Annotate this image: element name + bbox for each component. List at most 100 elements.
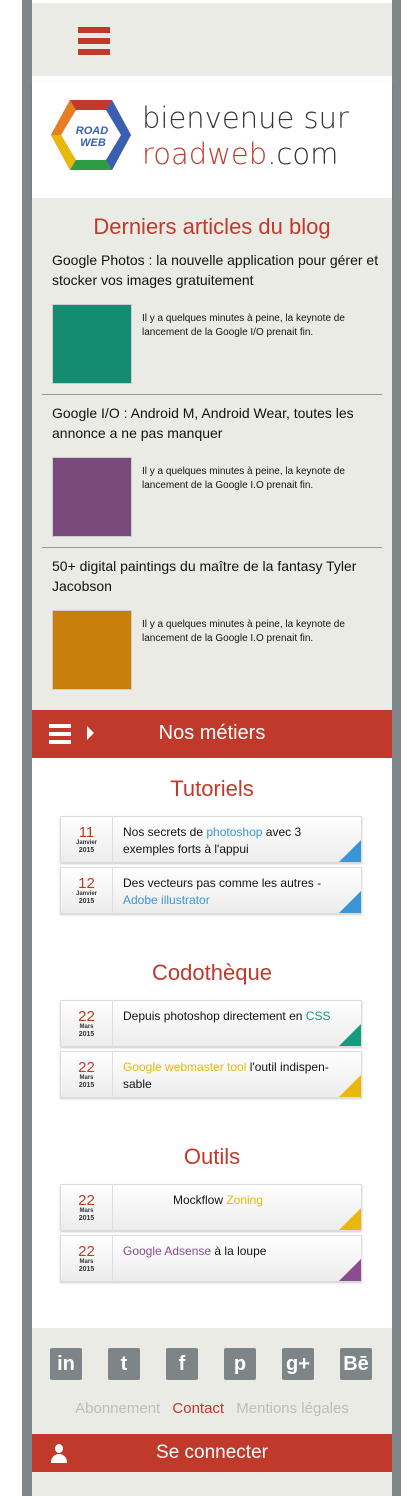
article-title[interactable]: 50+ digital paintings du maître de la fa… xyxy=(52,556,382,596)
behance-icon[interactable]: Bē xyxy=(340,1348,372,1380)
card-date: 22 Mars 2015 xyxy=(61,1185,113,1230)
card-highlight-link[interactable]: Zoning xyxy=(226,1193,263,1207)
login-button[interactable]: Se connecter xyxy=(32,1434,392,1472)
article-thumbnail[interactable] xyxy=(52,457,132,537)
outils-card[interactable]: 22 Mars 2015 Mockflow Zoning xyxy=(60,1184,362,1231)
login-label: Se connecter xyxy=(156,1442,268,1463)
card-corner-triangle xyxy=(339,1075,361,1097)
abonnement-link[interactable]: Abonnement xyxy=(75,1400,160,1417)
article-thumbnail[interactable] xyxy=(52,610,132,690)
card-highlight-link[interactable]: Google Adsense xyxy=(123,1244,211,1258)
card-text: Mockflow Zoning xyxy=(113,1185,353,1230)
article-title[interactable]: Google I/O : Android M, Android Wear, to… xyxy=(52,403,382,443)
article-excerpt: Il y a quelques minutes à peine, la keyn… xyxy=(142,313,345,338)
card-month: Mars xyxy=(79,1259,94,1265)
outils-title: Outils xyxy=(183,1144,241,1169)
outils-list: 22 Mars 2015 Mockflow Zoning 22 Mars 2015 Googl… xyxy=(60,1184,362,1282)
codotheque-card[interactable]: 22 Mars 2015 Depuis photoshop directement e… xyxy=(60,1000,362,1047)
article-thumbnail[interactable] xyxy=(52,304,132,384)
brand-header: ROAD WEB bienvenue sur roadweb.com xyxy=(32,82,392,198)
tutoriels-list: 11 Janvier 2015 Nos secrets de photoshop av… xyxy=(60,816,362,914)
card-corner-triangle xyxy=(339,891,361,913)
codotheque-card[interactable]: 22 Mars 2015 Google webmaster tool l'outil … xyxy=(60,1051,362,1098)
brand-domain-tld: .com xyxy=(267,137,339,171)
card-year: 2015 xyxy=(78,898,95,905)
google-plus-icon[interactable]: g+ xyxy=(282,1348,314,1380)
card-text: Nos secrets de photoshop avec 3 exemples… xyxy=(113,817,353,862)
blog-section-title: Derniers articles du blog xyxy=(93,214,331,239)
left-border-strip xyxy=(22,0,32,1496)
card-day: 22 xyxy=(78,1243,95,1260)
card-month: Mars xyxy=(79,1075,94,1081)
tutoriels-card[interactable]: 12 Janvier 2015 Des vecteurs pas comme les … xyxy=(60,867,362,914)
top-bar xyxy=(32,0,392,76)
card-date: 11 Janvier 2015 xyxy=(61,817,113,862)
card-day: 11 xyxy=(78,824,95,841)
metiers-title: Nos métiers xyxy=(158,722,266,744)
brand-welcome-text: bienvenue sur roadweb.com xyxy=(142,100,349,172)
card-text: Des vecteurs pas comme les autres - Adob… xyxy=(113,868,353,913)
right-border-strip xyxy=(392,0,401,1496)
svg-text:WEB: WEB xyxy=(80,137,106,149)
card-date: 22 Mars 2015 xyxy=(61,1052,113,1097)
article-excerpt: Il y a quelques minutes à peine, la keyn… xyxy=(142,466,345,491)
card-month: Mars xyxy=(79,1024,94,1030)
card-day: 22 xyxy=(78,1008,95,1025)
metiers-bar: Nos métiers xyxy=(32,710,392,758)
article-excerpt: Il y a quelques minutes à peine, la keyn… xyxy=(142,619,345,644)
card-date: 12 Janvier 2015 xyxy=(61,868,113,913)
tutoriels-card[interactable]: 11 Janvier 2015 Nos secrets de photoshop av… xyxy=(60,816,362,863)
outils-card[interactable]: 22 Mars 2015 Google Adsense à la loupe xyxy=(60,1235,362,1282)
roadweb-logo[interactable]: ROAD WEB xyxy=(50,98,132,172)
linkedin-icon[interactable]: in xyxy=(50,1348,82,1380)
card-month: Mars xyxy=(79,1208,94,1214)
article-body: Il y a quelques minutes à peine, la keyn… xyxy=(52,457,382,537)
card-highlight-link[interactable]: photoshop xyxy=(206,825,262,839)
card-text-before: Depuis photoshop directement en xyxy=(123,1009,306,1023)
footer-links: Abonnement Contact Mentions légales xyxy=(32,1400,392,1417)
card-year: 2015 xyxy=(78,1082,95,1089)
article-body: Il y a quelques minutes à peine, la keyn… xyxy=(52,304,382,384)
card-text-before: Nos secrets de xyxy=(123,825,207,839)
card-year: 2015 xyxy=(78,847,95,854)
blog-article: Google I/O : Android M, Android Wear, to… xyxy=(42,403,382,548)
card-text: Google Adsense à la loupe xyxy=(113,1236,353,1281)
brand-domain[interactable]: roadweb.com xyxy=(142,136,349,172)
brand-line1: bienvenue sur xyxy=(142,101,349,135)
card-text-after: à la loupe xyxy=(211,1244,267,1258)
page-container: ROAD WEB bienvenue sur roadweb.com Derni… xyxy=(32,0,392,1496)
card-date: 22 Mars 2015 xyxy=(61,1236,113,1281)
card-day: 22 xyxy=(78,1059,95,1076)
card-text: Depuis photoshop directement en CSS xyxy=(113,1001,353,1046)
facebook-icon[interactable]: f xyxy=(166,1348,198,1380)
footer: in t f p g+ Bē Abonnement Contact Mentions lé… xyxy=(32,1328,392,1496)
blog-article: 50+ digital paintings du maître de la fa… xyxy=(42,556,382,700)
article-title[interactable]: Google Photos : la nouvelle application … xyxy=(52,250,382,290)
card-highlight-link[interactable]: Adobe illustrator xyxy=(123,893,210,907)
codotheque-title: Codothèque xyxy=(152,960,272,985)
menu-icon[interactable] xyxy=(78,27,110,59)
card-corner-triangle xyxy=(339,1024,361,1046)
card-text: Google webmaster tool l'outil indispen- … xyxy=(113,1052,353,1097)
codotheque-list: 22 Mars 2015 Depuis photoshop directement e… xyxy=(60,1000,362,1098)
blog-section: Derniers articles du blog Google Photos … xyxy=(32,198,392,710)
card-month: Janvier xyxy=(75,891,97,897)
card-day: 22 xyxy=(78,1192,95,1209)
card-date: 22 Mars 2015 xyxy=(61,1001,113,1046)
card-year: 2015 xyxy=(78,1215,95,1222)
card-text-before: Des vecteurs pas comme les autres - xyxy=(123,876,322,890)
pinterest-icon[interactable]: p xyxy=(224,1348,256,1380)
social-links: in t f p g+ Bē xyxy=(50,1348,372,1380)
card-year: 2015 xyxy=(78,1266,95,1273)
brand-domain-name: roadweb xyxy=(142,137,268,171)
card-day: 12 xyxy=(78,875,95,892)
blog-article: Google Photos : la nouvelle application … xyxy=(42,250,382,395)
twitter-icon[interactable]: t xyxy=(108,1348,140,1380)
svg-text:ROAD: ROAD xyxy=(76,125,108,137)
card-highlight-link[interactable]: CSS xyxy=(306,1009,331,1023)
card-corner-triangle xyxy=(339,1208,361,1230)
card-highlight-link[interactable]: Google webmaster tool xyxy=(123,1060,246,1074)
card-text-before: Mockflow xyxy=(172,1193,227,1207)
mentions-legales-link[interactable]: Mentions légales xyxy=(236,1400,349,1417)
contact-link[interactable]: Contact xyxy=(172,1400,224,1417)
